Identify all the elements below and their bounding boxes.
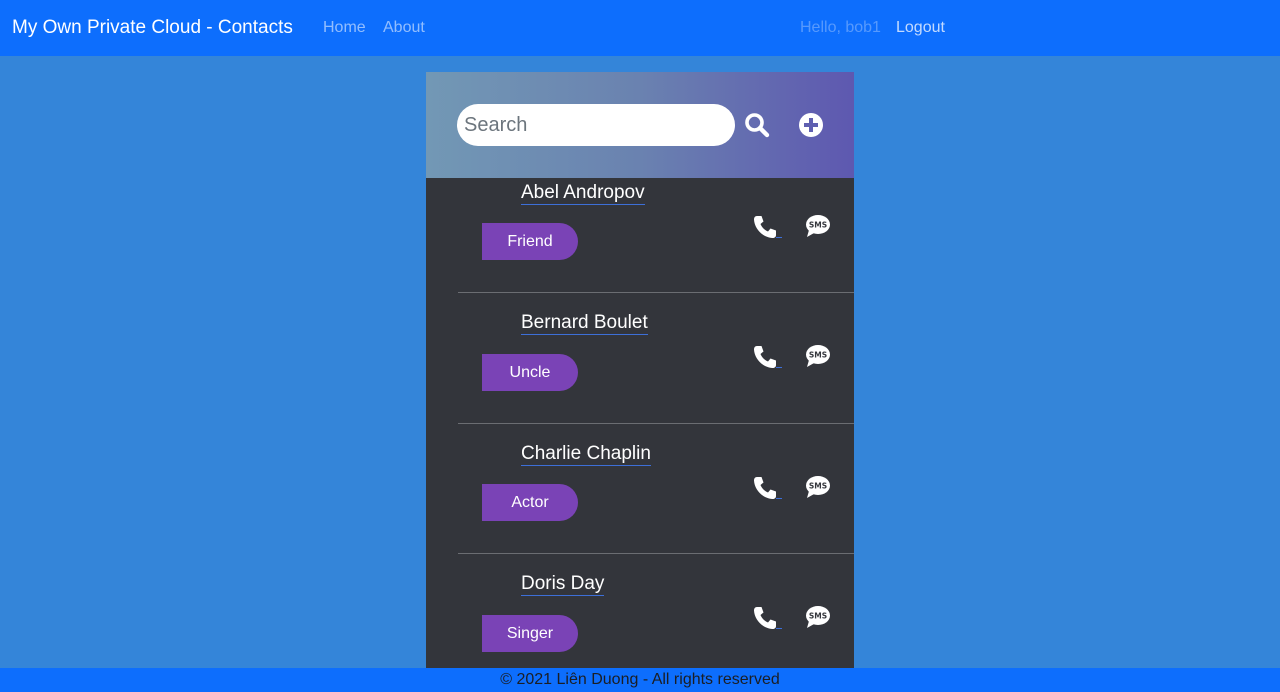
logout-link[interactable]: Logout: [896, 19, 945, 37]
call-link-underline: [776, 628, 782, 629]
call-link-underline: [776, 498, 782, 499]
svg-text:SMS: SMS: [809, 482, 827, 491]
contact-tag-badge: Singer: [482, 615, 578, 652]
page-footer: © 2021 Liên Duong - All rights reserved: [0, 668, 1280, 692]
contacts-panel: Abel Andropov Friend SMS Bernard Boulet …: [426, 72, 854, 668]
contact-row: Bernard Boulet Uncle SMS: [426, 292, 854, 422]
call-link-underline: [776, 237, 782, 238]
svg-text:SMS: SMS: [809, 221, 827, 230]
row-divider: [458, 423, 854, 424]
search-icon[interactable]: [744, 112, 770, 138]
search-input[interactable]: [457, 104, 735, 146]
contact-tag-badge: Friend: [482, 223, 578, 260]
phone-icon[interactable]: [752, 605, 782, 631]
svg-text:SMS: SMS: [809, 351, 827, 360]
nav-link-home[interactable]: Home: [323, 19, 366, 37]
search-header: [426, 72, 854, 178]
row-divider: [458, 553, 854, 554]
sms-icon[interactable]: SMS: [805, 214, 831, 238]
contact-row: Charlie Chaplin Actor SMS: [426, 423, 854, 553]
contact-tag-badge: Actor: [482, 484, 578, 521]
plus-circle-icon[interactable]: [798, 112, 824, 138]
navbar-brand[interactable]: My Own Private Cloud - Contacts: [12, 17, 293, 39]
sms-icon[interactable]: SMS: [805, 344, 831, 368]
sms-icon[interactable]: SMS: [805, 605, 831, 629]
contact-row: Doris Day Singer SMS: [426, 553, 854, 668]
contact-name-link[interactable]: Abel Andropov: [521, 182, 645, 205]
contact-name-link[interactable]: Bernard Boulet: [521, 312, 648, 335]
nav-link-about[interactable]: About: [383, 19, 425, 37]
call-link-underline: [776, 367, 782, 368]
contact-row: Abel Andropov Friend SMS: [426, 178, 854, 308]
contact-name-link[interactable]: Doris Day: [521, 573, 605, 596]
user-greeting: Hello, bob1: [800, 19, 881, 36]
phone-icon[interactable]: [752, 344, 782, 370]
sms-icon[interactable]: SMS: [805, 475, 831, 499]
contact-name-link[interactable]: Charlie Chaplin: [521, 443, 651, 466]
svg-text:SMS: SMS: [809, 612, 827, 621]
phone-icon[interactable]: [752, 475, 782, 501]
contact-tag-badge: Uncle: [482, 354, 578, 391]
top-navbar: My Own Private Cloud - Contacts Home Abo…: [0, 0, 1280, 56]
footer-copyright: © 2021 Liên Duong - All rights reserved: [500, 671, 780, 688]
row-divider: [458, 292, 854, 293]
phone-icon[interactable]: [752, 214, 782, 240]
